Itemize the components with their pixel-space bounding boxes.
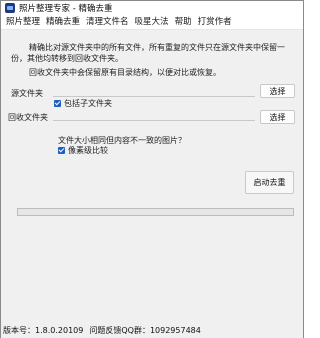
menu-item-help[interactable]: 帮助 — [172, 15, 195, 30]
menu-bar: 照片整理 精确去重 清理文件名 吸星大法 帮助 打赏作者 — [1, 15, 303, 30]
start-dedupe-button[interactable]: 启动去重 — [245, 171, 294, 194]
source-folder-label: 源文件夹 — [11, 89, 43, 98]
recycle-folder-label: 回收文件夹 — [8, 113, 48, 122]
description-text: 精确比对源文件夹中的所有文件，所有重复的文件只在源文件夹中保留一份，其他均转移到… — [11, 43, 285, 63]
menu-item-photo-organize[interactable]: 照片整理 — [3, 15, 43, 30]
version-text: 版本号：1.8.0.20109 — [3, 326, 84, 335]
menu-item-exact-dedupe[interactable]: 精确去重 — [43, 15, 83, 30]
include-subfolders-checkbox[interactable]: 包括子文件夹 — [54, 98, 112, 109]
source-select-button[interactable]: 选择 — [260, 84, 295, 98]
app-photo-icon — [5, 3, 15, 13]
status-bar: 版本号：1.8.0.20109 问题反馈QQ群：1092957484 — [1, 323, 303, 338]
app-window: 照片整理专家 - 精确去重 照片整理 精确去重 清理文件名 吸星大法 帮助 打赏… — [0, 0, 304, 338]
checkbox-checked-icon — [54, 100, 61, 107]
description-note: 回收文件夹中会保留原有目录结构，以便对比或恢复。 — [29, 68, 221, 77]
main-panel: 精确比对源文件夹中的所有文件，所有重复的文件只在源文件夹中保留一份，其他均转移到… — [1, 31, 303, 323]
recycle-select-button[interactable]: 选择 — [260, 110, 295, 124]
recycle-folder-path[interactable] — [53, 120, 255, 121]
title-bar: 照片整理专家 - 精确去重 — [1, 1, 303, 15]
menu-item-clean-filenames[interactable]: 清理文件名 — [83, 15, 132, 30]
menu-item-donate[interactable]: 打赏作者 — [195, 15, 235, 30]
checkbox-checked-icon — [58, 147, 65, 154]
progress-bar — [17, 208, 294, 216]
pixel-compare-label: 像素级比较 — [68, 146, 108, 155]
window-title: 照片整理专家 - 精确去重 — [19, 4, 113, 14]
include-subfolders-label: 包括子文件夹 — [64, 99, 112, 108]
feedback-qq-text: 问题反馈QQ群：1092957484 — [89, 326, 201, 335]
source-folder-path[interactable] — [53, 96, 255, 97]
pixel-compare-checkbox[interactable]: 像素级比较 — [58, 145, 108, 156]
menu-item-absorb[interactable]: 吸星大法 — [132, 15, 172, 30]
